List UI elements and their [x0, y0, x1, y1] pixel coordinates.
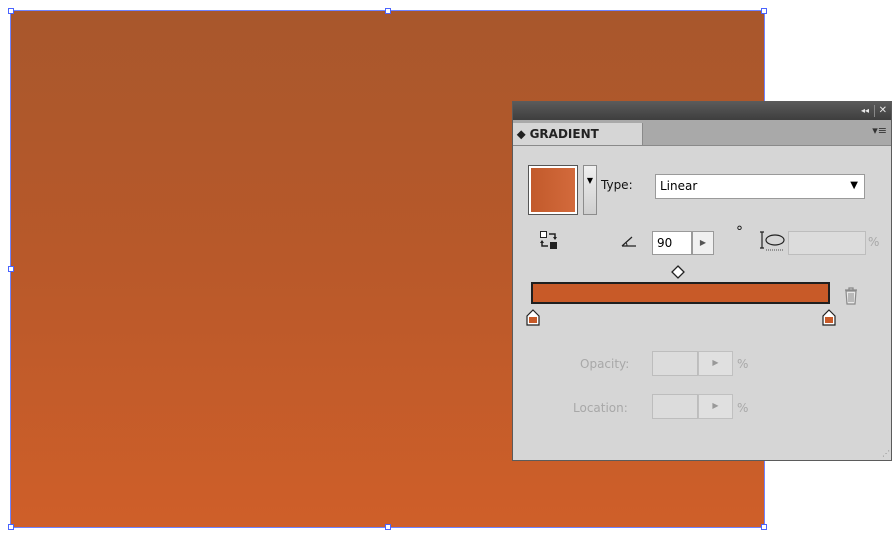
opacity-input[interactable]	[652, 351, 698, 376]
tab-gradient[interactable]: ⬥ GRADIENT	[513, 123, 643, 145]
selection-handle-bottom-right[interactable]	[761, 524, 767, 530]
type-select-value: Linear	[660, 179, 698, 193]
location-unit: %	[737, 401, 749, 415]
panel-titlebar[interactable]: ◂◂ ✕	[513, 102, 891, 120]
opacity-label: Opacity:	[580, 357, 630, 371]
opacity-stepper[interactable]: ▶	[698, 351, 733, 376]
panel-menu-icon[interactable]: ▾≡	[872, 124, 887, 137]
midpoint-diamond-icon[interactable]	[671, 265, 685, 279]
angle-icon	[621, 236, 636, 247]
type-select[interactable]: Linear ▼	[655, 174, 865, 199]
gradient-panel: ◂◂ ✕ ⬥ GRADIENT ▾≡ ▼ Type: Linear ▼ 90 ▶…	[512, 101, 892, 461]
chevron-down-icon: ▼	[850, 180, 858, 191]
selection-handle-middle-left[interactable]	[8, 266, 14, 272]
swatch-dropdown-button[interactable]: ▼	[583, 165, 597, 215]
aspect-ratio-icon	[760, 231, 785, 251]
aspect-ratio-unit: %	[868, 235, 880, 249]
selection-handle-top-left[interactable]	[8, 8, 14, 14]
location-input[interactable]	[652, 394, 698, 419]
resize-grip-icon[interactable]: ⋰	[882, 449, 890, 458]
type-label: Type:	[601, 178, 633, 192]
selection-handle-top-right[interactable]	[761, 8, 767, 14]
gradient-swatch[interactable]	[528, 165, 578, 215]
selection-handle-bottom-center[interactable]	[385, 524, 391, 530]
trash-icon[interactable]	[843, 286, 859, 306]
opacity-unit: %	[737, 357, 749, 371]
gradient-slider-bar[interactable]	[531, 282, 830, 304]
angle-stepper[interactable]: ▶	[692, 231, 714, 255]
location-label: Location:	[573, 401, 628, 415]
reverse-gradient-icon[interactable]	[539, 230, 559, 250]
gradient-swatch-fill	[531, 168, 575, 212]
titlebar-divider	[874, 105, 875, 117]
angle-input[interactable]: 90	[652, 231, 692, 255]
collapse-panel-button[interactable]: ◂◂	[861, 104, 869, 118]
panel-tabstrip: ⬥ GRADIENT ▾≡	[513, 120, 891, 146]
color-stop-right[interactable]	[822, 309, 836, 326]
aspect-ratio-input[interactable]	[788, 231, 866, 255]
selection-handle-bottom-left[interactable]	[8, 524, 14, 530]
color-stop-left[interactable]	[526, 309, 540, 326]
close-panel-button[interactable]: ✕	[879, 104, 887, 118]
location-stepper[interactable]: ▶	[698, 394, 733, 419]
degree-symbol: °	[736, 224, 743, 240]
selection-handle-top-center[interactable]	[385, 8, 391, 14]
